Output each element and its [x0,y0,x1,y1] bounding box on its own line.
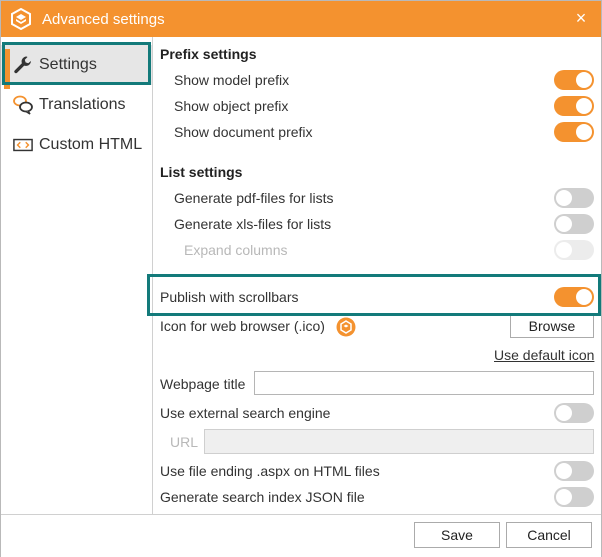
expand-columns-toggle [554,240,594,260]
use-default-icon-link[interactable]: Use default icon [494,347,594,363]
browse-button[interactable]: Browse [510,314,594,338]
app-logo-icon [11,8,31,30]
generate-xls-label: Generate xls-files for lists [174,216,332,232]
expand-columns-label: Expand columns [184,242,288,258]
sidebar-item-translations[interactable]: Translations [1,85,152,125]
generate-xls-toggle[interactable] [554,214,594,234]
aspx-ending-label: Use file ending .aspx on HTML files [160,463,380,479]
save-button[interactable]: Save [414,522,500,548]
scrollbars-highlight-frame [147,274,601,316]
external-search-toggle[interactable] [554,403,594,423]
external-search-label: Use external search engine [160,405,331,421]
list-settings-heading: List settings [160,164,243,180]
sidebar-item-label: Custom HTML [39,136,143,153]
webpage-title-input[interactable] [254,371,594,395]
dialog-footer: Save Cancel [1,514,601,557]
show-model-prefix-label: Show model prefix [174,72,290,88]
aspx-ending-toggle[interactable] [554,461,594,481]
show-document-prefix-toggle[interactable] [554,122,594,142]
generate-pdf-toggle[interactable] [554,188,594,208]
show-object-prefix-toggle[interactable] [554,96,594,116]
settings-highlight-frame [2,42,151,85]
search-index-json-label: Generate search index JSON file [160,489,365,505]
webpage-title-label: Webpage title [160,376,246,392]
speech-bubbles-icon [13,95,33,115]
code-tag-icon [13,138,33,152]
current-browser-icon [336,317,356,337]
url-label: URL [170,434,199,450]
show-model-prefix-toggle[interactable] [554,70,594,90]
sidebar: Settings Translations Custom HTML [1,37,153,514]
show-object-prefix-label: Show object prefix [174,98,289,114]
show-document-prefix-label: Show document prefix [174,124,313,140]
cancel-button[interactable]: Cancel [506,522,592,548]
generate-pdf-label: Generate pdf-files for lists [174,190,334,206]
dialog-title: Advanced settings [42,11,165,28]
close-icon[interactable]: × [571,8,591,28]
sidebar-item-custom-html[interactable]: Custom HTML [1,125,152,165]
url-input [204,429,594,454]
advanced-settings-dialog: Advanced settings × Settings Translation… [0,0,602,557]
title-bar: Advanced settings × [1,1,601,37]
browser-icon-label: Icon for web browser (.ico) [160,318,325,334]
prefix-settings-heading: Prefix settings [160,46,257,62]
sidebar-item-label: Translations [39,96,126,113]
search-index-json-toggle[interactable] [554,487,594,507]
